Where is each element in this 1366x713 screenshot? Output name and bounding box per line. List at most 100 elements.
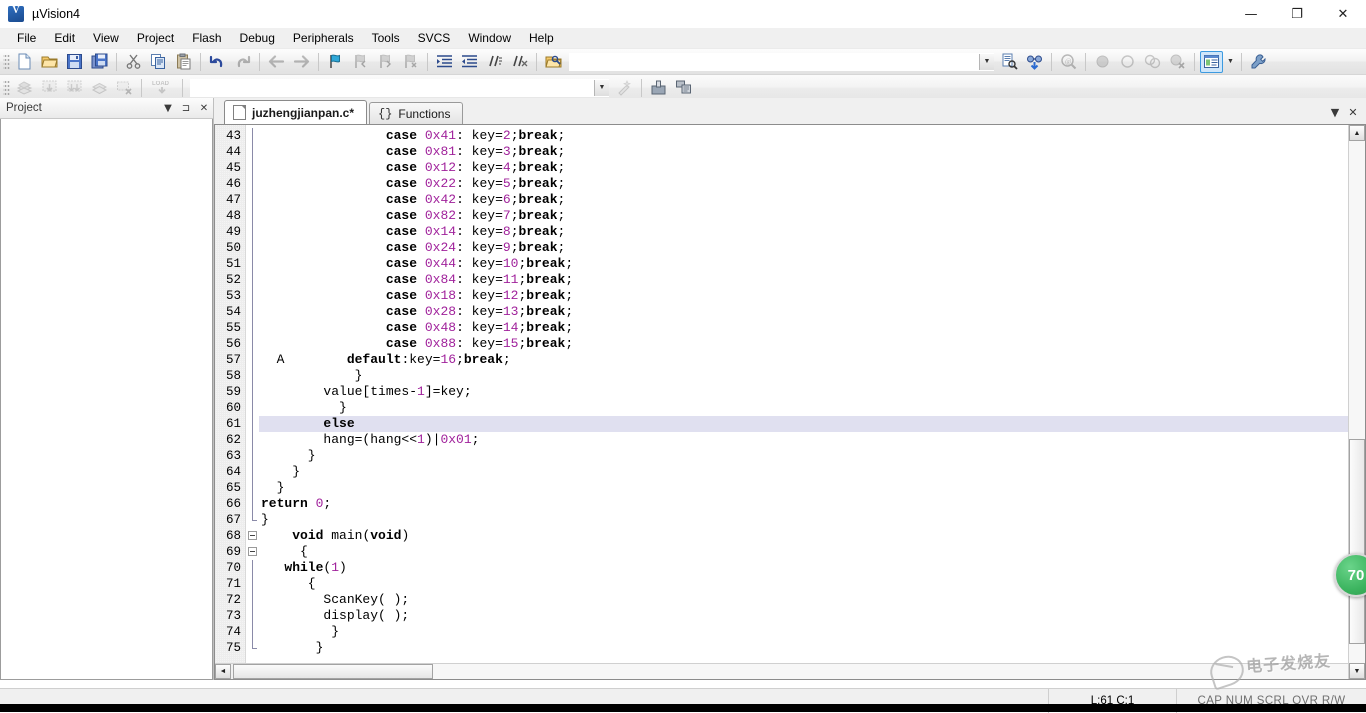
undo-button[interactable] bbox=[206, 51, 229, 73]
toolbar-grip[interactable] bbox=[3, 79, 10, 97]
components-button[interactable] bbox=[647, 77, 670, 99]
find-in-files-button[interactable] bbox=[998, 51, 1021, 73]
hscroll-left-arrow[interactable]: ◄ bbox=[215, 664, 231, 679]
panel-pin-button[interactable]: ⊐ bbox=[177, 100, 195, 117]
project-window-dropdown-arrow[interactable]: ▼ bbox=[1224, 51, 1237, 73]
fold-marker[interactable] bbox=[246, 160, 259, 176]
code-line[interactable]: case 0x22: key=5;break; bbox=[259, 176, 1348, 192]
code-line[interactable]: case 0x48: key=14;break; bbox=[259, 320, 1348, 336]
find-combo[interactable]: ▼ bbox=[569, 53, 994, 71]
fold-marker[interactable] bbox=[246, 560, 259, 576]
vscroll-down-arrow[interactable]: ▼ bbox=[1349, 663, 1365, 679]
load-download-button[interactable]: LOAD bbox=[147, 77, 177, 99]
breakpoint-pair-button[interactable] bbox=[1141, 51, 1164, 73]
stop-build-button[interactable] bbox=[113, 77, 136, 99]
fold-marker[interactable] bbox=[246, 128, 259, 144]
batch-build-button[interactable] bbox=[88, 77, 111, 99]
code-line[interactable]: void main(void) bbox=[259, 528, 1348, 544]
project-window-button[interactable] bbox=[1200, 51, 1223, 73]
toolbar-grip[interactable] bbox=[3, 53, 10, 71]
code-line[interactable]: case 0x84: key=11;break; bbox=[259, 272, 1348, 288]
build-target-button[interactable] bbox=[38, 77, 61, 99]
menu-tools[interactable]: Tools bbox=[363, 29, 409, 48]
rebuild-all-button[interactable] bbox=[63, 77, 86, 99]
project-tree[interactable] bbox=[0, 119, 213, 680]
wrench-button[interactable] bbox=[1247, 51, 1270, 73]
fold-marker[interactable] bbox=[246, 576, 259, 592]
fold-marker[interactable] bbox=[246, 384, 259, 400]
code-viewport[interactable]: 4344454647484950515253545556575859606162… bbox=[215, 125, 1348, 663]
multi-project-button[interactable] bbox=[672, 77, 695, 99]
horizontal-scrollbar[interactable]: ◄ bbox=[215, 663, 1348, 679]
menu-project[interactable]: Project bbox=[128, 29, 183, 48]
save-button[interactable] bbox=[63, 51, 86, 73]
code-line[interactable]: case 0x41: key=2;break; bbox=[259, 128, 1348, 144]
close-button[interactable]: ✕ bbox=[1320, 0, 1366, 28]
bookmark-flag-button[interactable] bbox=[324, 51, 347, 73]
magnify-at-button[interactable]: @ bbox=[1057, 51, 1080, 73]
code-line[interactable]: ScanKey( ); bbox=[259, 592, 1348, 608]
fold-marker[interactable] bbox=[246, 608, 259, 624]
cut-button[interactable] bbox=[122, 51, 145, 73]
fold-marker[interactable] bbox=[246, 352, 259, 368]
fold-marker[interactable] bbox=[246, 416, 259, 432]
code-line[interactable]: } bbox=[259, 624, 1348, 640]
save-all-button[interactable] bbox=[88, 51, 111, 73]
binoculars-find-button[interactable] bbox=[1023, 51, 1046, 73]
new-file-button[interactable] bbox=[13, 51, 36, 73]
fold-marker[interactable] bbox=[246, 176, 259, 192]
fold-marker[interactable] bbox=[246, 240, 259, 256]
menu-flash[interactable]: Flash bbox=[183, 29, 230, 48]
fold-marker[interactable] bbox=[246, 288, 259, 304]
doc-window-close-button[interactable]: ✕ bbox=[1344, 104, 1362, 121]
arrow-right-button[interactable] bbox=[290, 51, 313, 73]
bookmark-next-button[interactable] bbox=[374, 51, 397, 73]
indent-right-button[interactable] bbox=[433, 51, 456, 73]
paste-button[interactable] bbox=[172, 51, 195, 73]
hscroll-track[interactable] bbox=[433, 664, 1348, 679]
breakpoint-dot-button[interactable] bbox=[1091, 51, 1114, 73]
chevron-down-icon[interactable]: ▼ bbox=[594, 80, 609, 96]
code-line[interactable]: case 0x12: key=4;break; bbox=[259, 160, 1348, 176]
fold-marker[interactable] bbox=[246, 256, 259, 272]
fold-collapse-icon[interactable] bbox=[248, 547, 257, 556]
fold-marker[interactable] bbox=[246, 512, 259, 528]
code-line[interactable]: { bbox=[259, 544, 1348, 560]
open-project-button[interactable] bbox=[542, 51, 565, 73]
fold-collapse-icon[interactable] bbox=[248, 531, 257, 540]
open-folder-button[interactable] bbox=[38, 51, 61, 73]
menu-file[interactable]: File bbox=[8, 29, 45, 48]
code-line[interactable]: case 0x24: key=9;break; bbox=[259, 240, 1348, 256]
hscroll-thumb[interactable] bbox=[233, 664, 433, 679]
code-line[interactable]: case 0x28: key=13;break; bbox=[259, 304, 1348, 320]
menu-peripherals[interactable]: Peripherals bbox=[284, 29, 363, 48]
breakpoint-hollow-button[interactable] bbox=[1116, 51, 1139, 73]
translate-file-button[interactable] bbox=[13, 77, 36, 99]
code-line[interactable]: while(1) bbox=[259, 560, 1348, 576]
fold-marker[interactable] bbox=[246, 224, 259, 240]
fold-marker[interactable] bbox=[246, 480, 259, 496]
fold-marker[interactable] bbox=[246, 432, 259, 448]
code-line[interactable]: case 0x18: key=12;break; bbox=[259, 288, 1348, 304]
fold-marker[interactable] bbox=[246, 320, 259, 336]
code-line[interactable]: A default:key=16;break; bbox=[259, 352, 1348, 368]
vscroll-up-arrow[interactable]: ▲ bbox=[1349, 125, 1365, 141]
menu-view[interactable]: View bbox=[84, 29, 128, 48]
code-line[interactable]: } bbox=[259, 368, 1348, 384]
menu-svcs[interactable]: SVCS bbox=[409, 29, 460, 48]
code-line[interactable]: } bbox=[259, 512, 1348, 528]
code-line[interactable]: hang=(hang<<1)|0x01; bbox=[259, 432, 1348, 448]
panel-menu-button[interactable]: ▼ bbox=[159, 100, 177, 117]
code-line[interactable]: return 0; bbox=[259, 496, 1348, 512]
arrow-left-button[interactable] bbox=[265, 51, 288, 73]
restore-button[interactable]: ❐ bbox=[1274, 0, 1320, 28]
doc-window-menu-button[interactable]: ▼ bbox=[1326, 104, 1344, 121]
fold-marker[interactable] bbox=[246, 496, 259, 512]
code-line[interactable]: case 0x14: key=8;break; bbox=[259, 224, 1348, 240]
tab-juzhengjianpan-c[interactable]: juzhengjianpan.c* bbox=[224, 100, 367, 124]
code-text-area[interactable]: case 0x41: key=2;break; case 0x81: key=3… bbox=[259, 125, 1348, 663]
code-line[interactable]: case 0x42: key=6;break; bbox=[259, 192, 1348, 208]
magic-wand-button[interactable] bbox=[613, 77, 636, 99]
fold-marker[interactable] bbox=[246, 272, 259, 288]
fold-marker[interactable] bbox=[246, 640, 259, 656]
